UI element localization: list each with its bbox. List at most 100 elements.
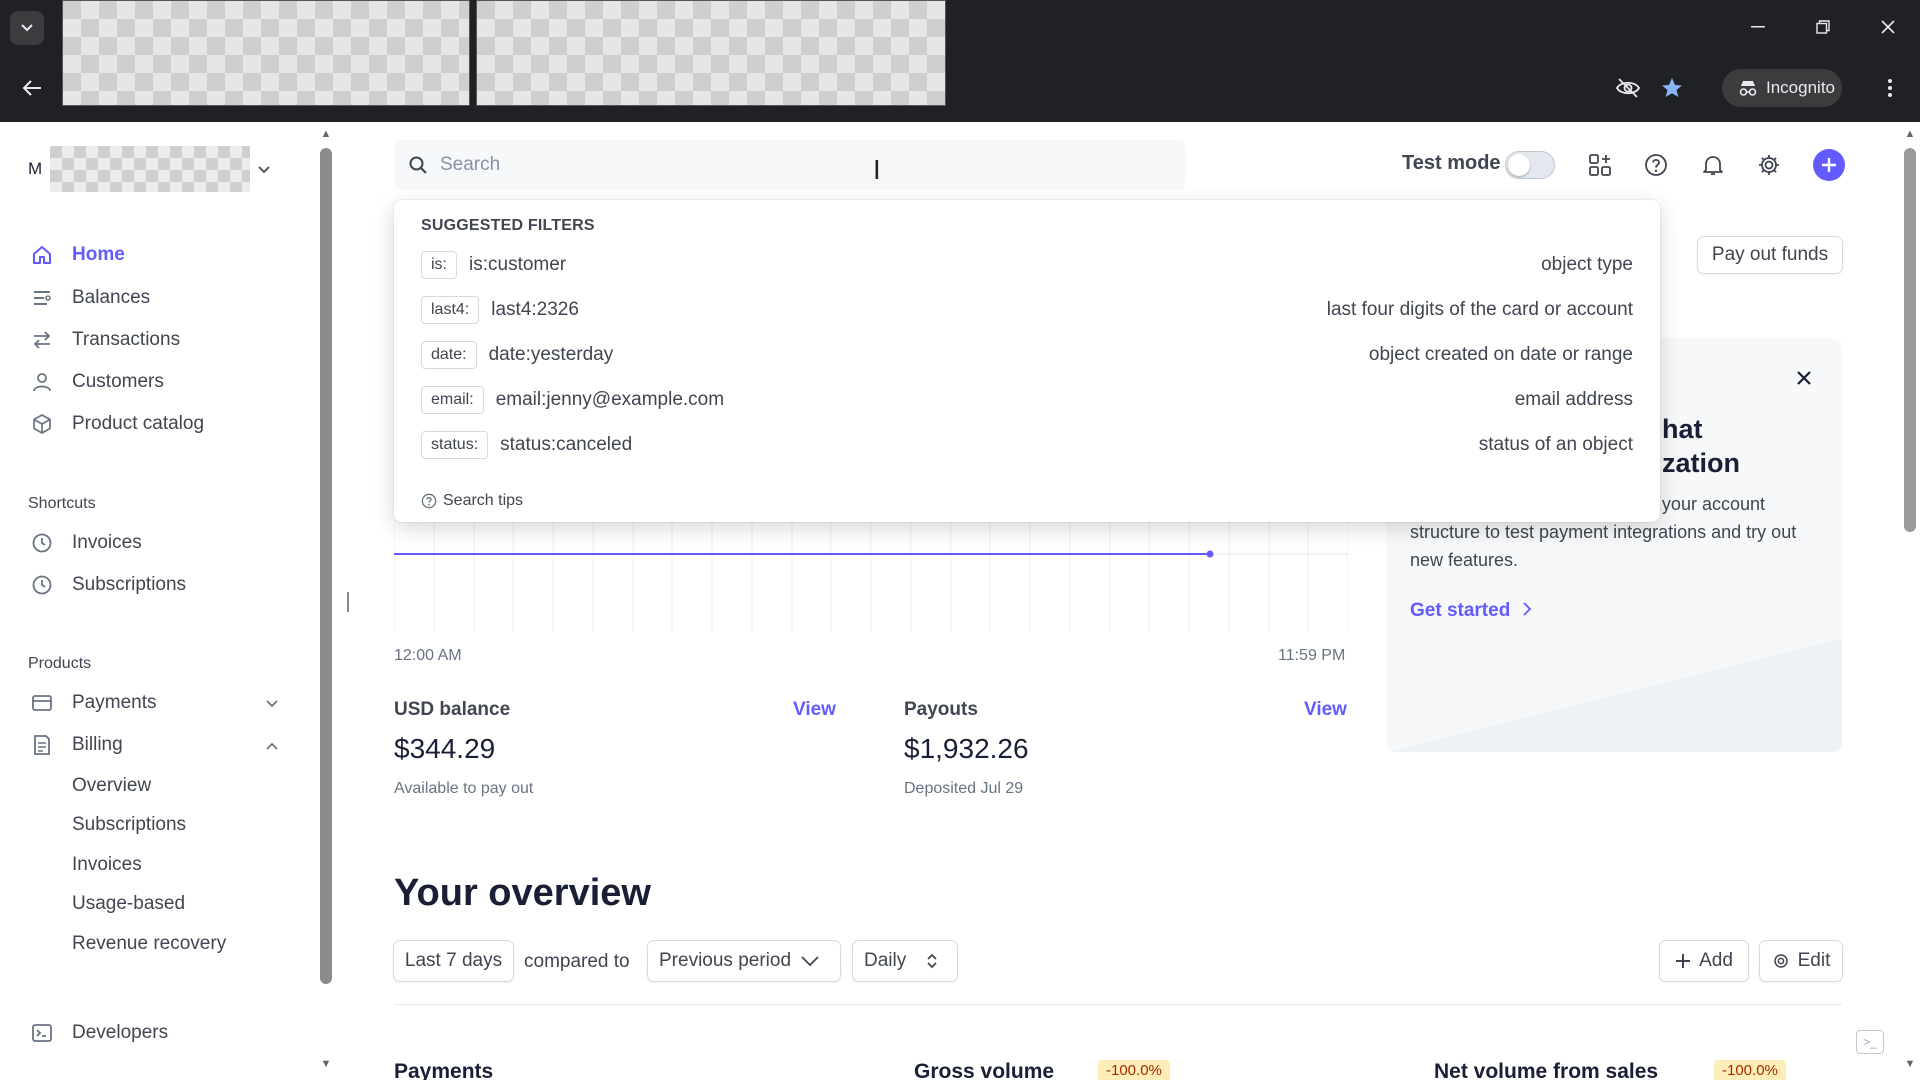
search-input[interactable] <box>440 154 1140 176</box>
test-mode-toggle[interactable] <box>1505 151 1555 179</box>
sidebar-item-subscriptions-shortcut[interactable]: Subscriptions <box>28 567 288 603</box>
sidebar-item-payments[interactable]: Payments <box>28 685 288 721</box>
filter-row-email[interactable]: email: email:jenny@example.com email add… <box>421 383 1633 417</box>
compared-to-label: compared to <box>524 951 630 972</box>
add-widget-button[interactable]: Add <box>1659 940 1749 982</box>
incognito-indicator[interactable]: Incognito <box>1722 69 1842 107</box>
sidebar-item-home[interactable]: Home <box>28 237 288 273</box>
more-vertical-icon <box>1888 79 1892 97</box>
minimize-icon <box>1751 26 1765 28</box>
date-range-button[interactable]: Last 7 days <box>393 940 514 982</box>
sidebar-item-label: Billing <box>72 734 123 755</box>
sidebar-scrollbar[interactable] <box>320 148 332 984</box>
up-down-chevron-icon <box>927 953 937 969</box>
filter-key: status: <box>421 431 489 459</box>
filter-description: email address <box>1514 389 1633 410</box>
usd-balance-view-link[interactable]: View <box>793 699 836 721</box>
apps-icon <box>1589 154 1611 176</box>
chevron-down-icon <box>21 24 33 32</box>
sidebar-item-label: Developers <box>72 1022 169 1043</box>
eye-off-icon <box>1615 78 1641 98</box>
sidebar-item-transactions[interactable]: Transactions <box>28 322 288 358</box>
console-icon[interactable]: >_ <box>1856 1030 1884 1054</box>
page-scroll-down[interactable]: ▼ <box>1902 1058 1918 1070</box>
chevron-down-icon[interactable] <box>266 695 278 711</box>
tab-search-button[interactable] <box>10 11 44 45</box>
metric-gross-volume: Gross volume <box>914 1060 1055 1080</box>
payments-icon <box>28 689 56 717</box>
restore-icon <box>1816 20 1830 34</box>
sidebar-subitem-subscriptions[interactable]: Subscriptions <box>72 809 186 841</box>
payouts-view-link[interactable]: View <box>1304 699 1347 721</box>
sidebar-resize-handle[interactable] <box>347 592 349 612</box>
chart-start-time: 12:00 AM <box>394 647 462 664</box>
sidebar-scroll-up[interactable]: ▲ <box>318 128 334 140</box>
chevron-up-icon[interactable] <box>266 737 278 753</box>
account-switcher[interactable]: M <box>28 146 283 192</box>
bell-icon <box>1703 156 1723 175</box>
add-label: Add <box>1699 950 1733 971</box>
sidebar-item-balances[interactable]: Balances <box>28 280 288 316</box>
close-window-button[interactable] <box>1870 12 1906 42</box>
search-bar[interactable] <box>394 140 1186 190</box>
sidebar-scroll-down[interactable]: ▼ <box>318 1058 334 1070</box>
sidebar-item-developers[interactable]: Developers <box>28 1015 288 1051</box>
minimize-button[interactable] <box>1740 12 1776 42</box>
search-tips-link[interactable]: Search tips <box>421 492 523 510</box>
sidebar-item-product-catalog[interactable]: Product catalog <box>28 406 288 442</box>
filter-key: last4: <box>421 296 480 324</box>
page-scroll-up[interactable]: ▲ <box>1902 128 1918 140</box>
get-started-label: Get started <box>1410 600 1511 621</box>
back-button[interactable] <box>14 70 50 106</box>
restore-button[interactable] <box>1805 12 1841 42</box>
apps-button[interactable] <box>1585 150 1615 180</box>
search-tips-label: Search tips <box>443 492 524 509</box>
comparison-period-select[interactable]: Previous period <box>647 940 841 982</box>
filter-row-status[interactable]: status: status:canceled status of an obj… <box>421 428 1633 462</box>
bookmark-star-button[interactable] <box>1656 72 1688 104</box>
sidebar-item-invoices-shortcut[interactable]: Invoices <box>28 525 288 561</box>
notifications-button[interactable] <box>1698 150 1728 180</box>
sidebar-subitem-invoices[interactable]: Invoices <box>72 849 142 881</box>
create-button[interactable] <box>1813 149 1845 181</box>
filter-row-date[interactable]: date: date:yesterday object created on d… <box>421 338 1633 372</box>
page-scrollbar[interactable] <box>1904 148 1916 532</box>
browser-chrome: Incognito <box>0 0 1920 122</box>
interval-select[interactable]: Daily <box>852 940 958 982</box>
get-started-link[interactable]: Get started <box>1410 600 1532 622</box>
tracking-protection-button[interactable] <box>1612 72 1644 104</box>
filter-row-is[interactable]: is: is:customer object type <box>421 248 1633 282</box>
metric-net-volume: Net volume from sales <box>1434 1060 1659 1080</box>
sidebar-item-customers[interactable]: Customers <box>28 364 288 400</box>
sidebar-item-label: Home <box>72 244 125 265</box>
sidebar-item-label: Product catalog <box>72 413 205 434</box>
sidebar-item-billing[interactable]: Billing <box>28 727 288 763</box>
filter-description: status of an object <box>1478 434 1633 455</box>
overview-title: Your overview <box>394 872 651 914</box>
transactions-icon <box>28 326 56 354</box>
sidebar-item-label: Balances <box>72 287 151 308</box>
filter-row-last4[interactable]: last4: last4:2326 last four digits of th… <box>421 293 1633 327</box>
promo-text-rest: structure to test payment integrations a… <box>1410 522 1797 570</box>
net-volume-change-badge: -100.0% <box>1714 1060 1786 1080</box>
help-button[interactable] <box>1641 150 1671 180</box>
filter-key: is: <box>421 251 457 279</box>
sidebar-subitem-usage-based[interactable]: Usage-based <box>72 888 185 920</box>
browser-menu-button[interactable] <box>1878 72 1902 104</box>
settings-button[interactable] <box>1754 150 1784 180</box>
products-heading: Products <box>28 655 92 672</box>
billing-icon <box>28 731 56 759</box>
gear-icon <box>1759 155 1779 175</box>
chevron-down-icon <box>258 162 270 177</box>
close-card-button[interactable] <box>1790 364 1818 392</box>
chevron-right-icon <box>1522 602 1531 616</box>
pay-out-funds-button[interactable]: Pay out funds <box>1697 236 1843 274</box>
suggested-filters-heading: SUGGESTED FILTERS <box>421 217 595 234</box>
edit-overview-button[interactable]: Edit <box>1759 940 1843 982</box>
payouts-subtext: Deposited Jul 29 <box>904 780 1024 797</box>
close-icon <box>1797 371 1811 385</box>
sidebar-subitem-revenue-recovery[interactable]: Revenue recovery <box>72 928 226 960</box>
sidebar-subitem-overview[interactable]: Overview <box>72 770 151 802</box>
filter-description: last four digits of the card or account <box>1326 299 1633 320</box>
plus-icon <box>1676 954 1691 968</box>
